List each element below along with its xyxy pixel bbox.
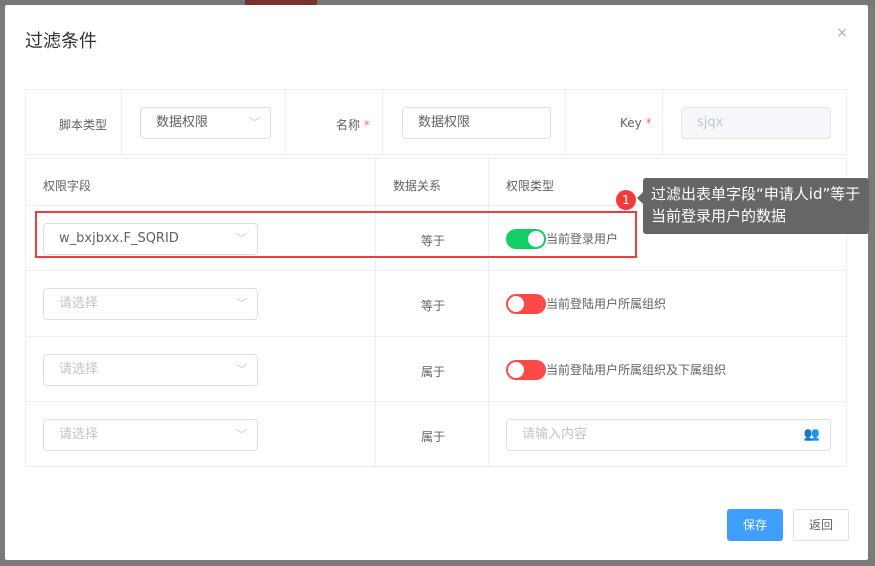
script-type-label: 脚本类型 [59,118,108,132]
script-type-select[interactable]: 数据权限 ﹀ [140,107,271,139]
field-select[interactable]: 请选择 ﹀ [43,353,258,386]
type-label: 当前登陆用户所属组织 [546,297,667,311]
switch-knob [508,296,524,312]
key-input[interactable]: sjqx [681,107,831,139]
header-relation: 数据关系 [393,179,442,193]
required-star: * [363,118,370,132]
chevron-down-icon: ﹀ [236,427,247,441]
field-select-value: 请选择 [59,296,99,311]
header-type: 权限类型 [506,179,555,193]
chevron-down-icon: ﹀ [236,362,247,376]
dialog-title: 过滤条件 [25,31,97,52]
users-icon[interactable]: 👥 [804,420,820,450]
back-button[interactable]: 返回 [793,509,849,541]
annotation-tooltip: 过滤出表单字段“申请人id”等于当前登录用户的数据 [637,178,869,234]
highlight-box [35,211,637,258]
switch-knob [508,361,524,378]
required-star: * [645,116,652,130]
type-switch[interactable] [506,294,546,314]
key-label: Key * [620,116,652,130]
relation-text: 等于 [421,299,446,313]
content-input[interactable]: 请输入内容 👥 [506,418,831,451]
script-type-value: 数据权限 [156,115,209,130]
name-label-text: 名称 [336,118,361,132]
key-label-text: Key [620,116,642,130]
field-select[interactable]: 请选择 ﹀ [43,418,258,451]
field-select-value: 请选择 [59,361,99,377]
close-icon[interactable]: × [836,25,848,41]
field-select-value: 请选择 [59,426,99,442]
relation-text: 属于 [421,429,446,444]
content-placeholder: 请输入内容 [522,426,588,442]
save-button[interactable]: 保存 [727,509,783,541]
step-badge: 1 [616,190,636,210]
chevron-down-icon: ﹀ [236,297,247,310]
relation-text: 属于 [421,364,446,379]
field-select[interactable]: 请选择 ﹀ [43,288,258,320]
type-label: 当前登陆用户所属组织及下属组织 [546,362,727,377]
name-label: 名称 * [336,116,370,133]
name-input[interactable]: 数据权限 [402,107,551,139]
header-field: 权限字段 [43,179,92,193]
chevron-down-icon: ﹀ [249,116,260,129]
type-switch[interactable] [506,359,546,380]
